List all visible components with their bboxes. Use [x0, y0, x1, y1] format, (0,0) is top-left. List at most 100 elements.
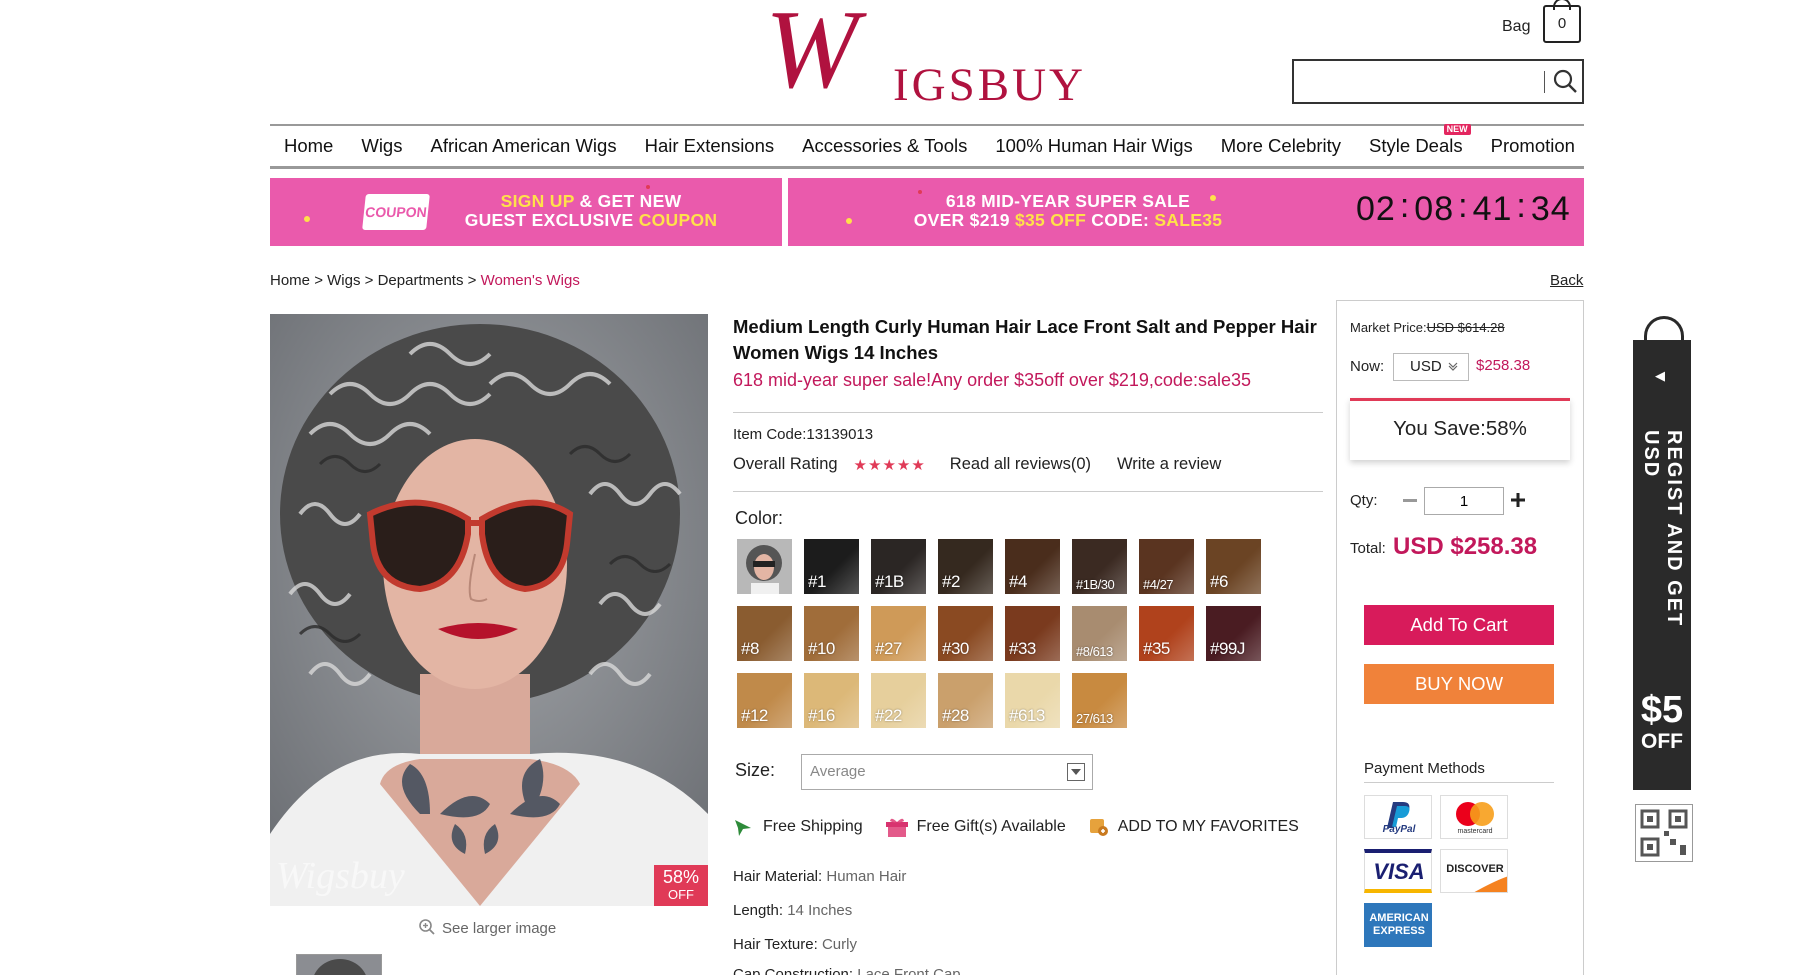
nav-home[interactable]: Home — [270, 135, 347, 157]
add-to-favorites[interactable]: ADD TO MY FAVORITES — [1088, 816, 1299, 838]
color-swatch[interactable]: #8 — [737, 606, 792, 661]
now-label: Now: — [1350, 358, 1385, 375]
decor-dot — [846, 218, 852, 224]
breadcrumb-home[interactable]: Home — [270, 272, 310, 289]
nav-wigs[interactable]: Wigs — [347, 135, 416, 157]
image-watermark: Wigsbuy — [276, 855, 405, 897]
color-swatch[interactable]: #35 — [1139, 606, 1194, 661]
color-swatch-label: #6 — [1210, 572, 1228, 591]
total-label: Total: — [1350, 540, 1386, 557]
color-swatch-label: #1B/30 — [1076, 577, 1115, 592]
search-input[interactable] — [1294, 61, 1534, 101]
add-to-cart-button[interactable]: Add To Cart — [1364, 605, 1554, 645]
sale-amount: $35 OFF — [1014, 210, 1087, 230]
nav-promotion[interactable]: Promotion — [1477, 135, 1589, 157]
chevron-down-icon — [1067, 763, 1085, 781]
market-price-label: Market Price: — [1350, 320, 1427, 335]
discount-badge-sub: OFF — [668, 887, 694, 902]
bag-count[interactable]: 0 — [1543, 5, 1581, 43]
gift-icon — [885, 818, 908, 837]
spec-value: Human Hair — [826, 868, 907, 885]
color-swatch-label: #2 — [942, 572, 960, 591]
collapse-arrow-icon[interactable]: ◀ — [1655, 368, 1665, 384]
color-swatch[interactable]: #4/27 — [1139, 539, 1194, 594]
color-swatch[interactable]: #613 — [1005, 673, 1060, 728]
market-price-value: USD $614.28 — [1426, 320, 1505, 335]
qty-minus-icon[interactable] — [1400, 490, 1420, 510]
signup-coupon-banner[interactable]: COUPON SIGN UP & GET NEW GUEST EXCLUSIVE… — [270, 178, 782, 246]
discover-icon: DISCOVER — [1440, 849, 1508, 893]
nav-african-american-wigs[interactable]: African American Wigs — [416, 135, 630, 157]
register-coupon-widget[interactable]: ◀ REGIST AND GET USD $5 OFF — [1633, 340, 1691, 790]
spec-cap-construction: Cap Construction: Lace Front Cap — [733, 966, 961, 975]
color-swatch[interactable]: #12 — [737, 673, 792, 728]
spec-key: Hair Texture: — [733, 936, 822, 953]
nav-hair-extensions[interactable]: Hair Extensions — [631, 135, 789, 157]
color-swatch[interactable]: 27/613 — [1072, 673, 1127, 728]
color-swatch[interactable]: #30 — [938, 606, 993, 661]
color-swatch-label: #27 — [875, 639, 902, 658]
color-swatch[interactable]: #6 — [1206, 539, 1261, 594]
qty-plus-icon[interactable] — [1508, 490, 1528, 510]
register-widget-off: OFF — [1641, 730, 1683, 753]
color-swatch[interactable] — [737, 539, 792, 594]
mastercard-label: mastercard — [1457, 828, 1493, 835]
color-swatch-label: #613 — [1009, 706, 1045, 725]
color-swatch[interactable]: #1B/30 — [1072, 539, 1127, 594]
read-reviews-link[interactable]: Read all reviews(0) — [950, 455, 1091, 474]
color-swatch[interactable]: #1 — [804, 539, 859, 594]
write-review-link[interactable]: Write a review — [1117, 455, 1221, 474]
total-value: USD $258.38 — [1393, 533, 1538, 560]
color-swatch[interactable]: #22 — [871, 673, 926, 728]
color-swatch[interactable]: #16 — [804, 673, 859, 728]
breadcrumb-wigs[interactable]: Wigs — [327, 272, 360, 289]
free-gift[interactable]: Free Gift(s) Available — [885, 816, 1066, 838]
favorites-icon — [1089, 819, 1108, 836]
register-widget-offer: $5 OFF — [1633, 690, 1691, 754]
color-swatch[interactable]: #28 — [938, 673, 993, 728]
bag-label[interactable]: Bag — [1502, 18, 1530, 36]
size-select[interactable]: Average — [801, 754, 1093, 790]
register-widget-text: REGIST AND GET USD — [1640, 430, 1685, 628]
now-price: $258.38 — [1476, 357, 1531, 374]
qty-input[interactable] — [1424, 487, 1504, 515]
site-logo[interactable]: W IGSBUY — [765, 0, 1095, 111]
color-swatch[interactable]: #27 — [871, 606, 926, 661]
color-swatch[interactable]: #1B — [871, 539, 926, 594]
color-swatch-label: #22 — [875, 706, 902, 725]
divider — [733, 491, 1323, 492]
nav-accessories-tools[interactable]: Accessories & Tools — [788, 135, 981, 157]
color-swatch-label: #4/27 — [1143, 577, 1174, 592]
nav-style-deals[interactable]: Style Deals NEW — [1355, 124, 1477, 157]
color-swatch[interactable]: #8/613 — [1072, 606, 1127, 661]
breadcrumb-current[interactable]: Women's Wigs — [481, 272, 580, 289]
buy-now-button[interactable]: BUY NOW — [1364, 664, 1554, 704]
color-swatch[interactable]: #2 — [938, 539, 993, 594]
paypal-label: PayPal — [1382, 824, 1416, 835]
search-icon[interactable] — [1550, 66, 1580, 96]
nav-style-deals-label: Style Deals — [1369, 135, 1463, 156]
breadcrumb-departments[interactable]: Departments — [378, 272, 464, 289]
currency-select[interactable]: USD — [1393, 353, 1469, 381]
sale-code-label: CODE: — [1086, 210, 1155, 230]
divider — [1364, 782, 1554, 783]
divider — [733, 412, 1323, 413]
spec-length: Length: 14 Inches — [733, 902, 852, 919]
spec-texture: Hair Texture: Curly — [733, 936, 857, 953]
see-larger-image[interactable]: See larger image — [418, 918, 556, 937]
amex-icon: AMERICAN EXPRESS — [1364, 903, 1432, 947]
nav-more-celebrity[interactable]: More Celebrity — [1207, 135, 1355, 157]
product-main-image[interactable]: Wigsbuy 58% OFF — [270, 314, 708, 906]
color-swatch[interactable]: #99J — [1206, 606, 1261, 661]
color-swatch[interactable]: #10 — [804, 606, 859, 661]
nav-human-hair-wigs[interactable]: 100% Human Hair Wigs — [981, 135, 1206, 157]
color-swatch[interactable]: #4 — [1005, 539, 1060, 594]
product-thumbnail[interactable] — [296, 954, 382, 975]
color-swatch-label: #8 — [741, 639, 759, 658]
signup-line2: GUEST EXCLUSIVE — [464, 210, 639, 230]
breadcrumb-sep: > — [467, 272, 477, 289]
qr-code-icon[interactable] — [1635, 804, 1693, 862]
sale-banner[interactable]: 618 MID-YEAR SUPER SALE OVER $219 $35 OF… — [788, 178, 1584, 246]
back-link[interactable]: Back — [1550, 272, 1583, 289]
color-swatch[interactable]: #33 — [1005, 606, 1060, 661]
